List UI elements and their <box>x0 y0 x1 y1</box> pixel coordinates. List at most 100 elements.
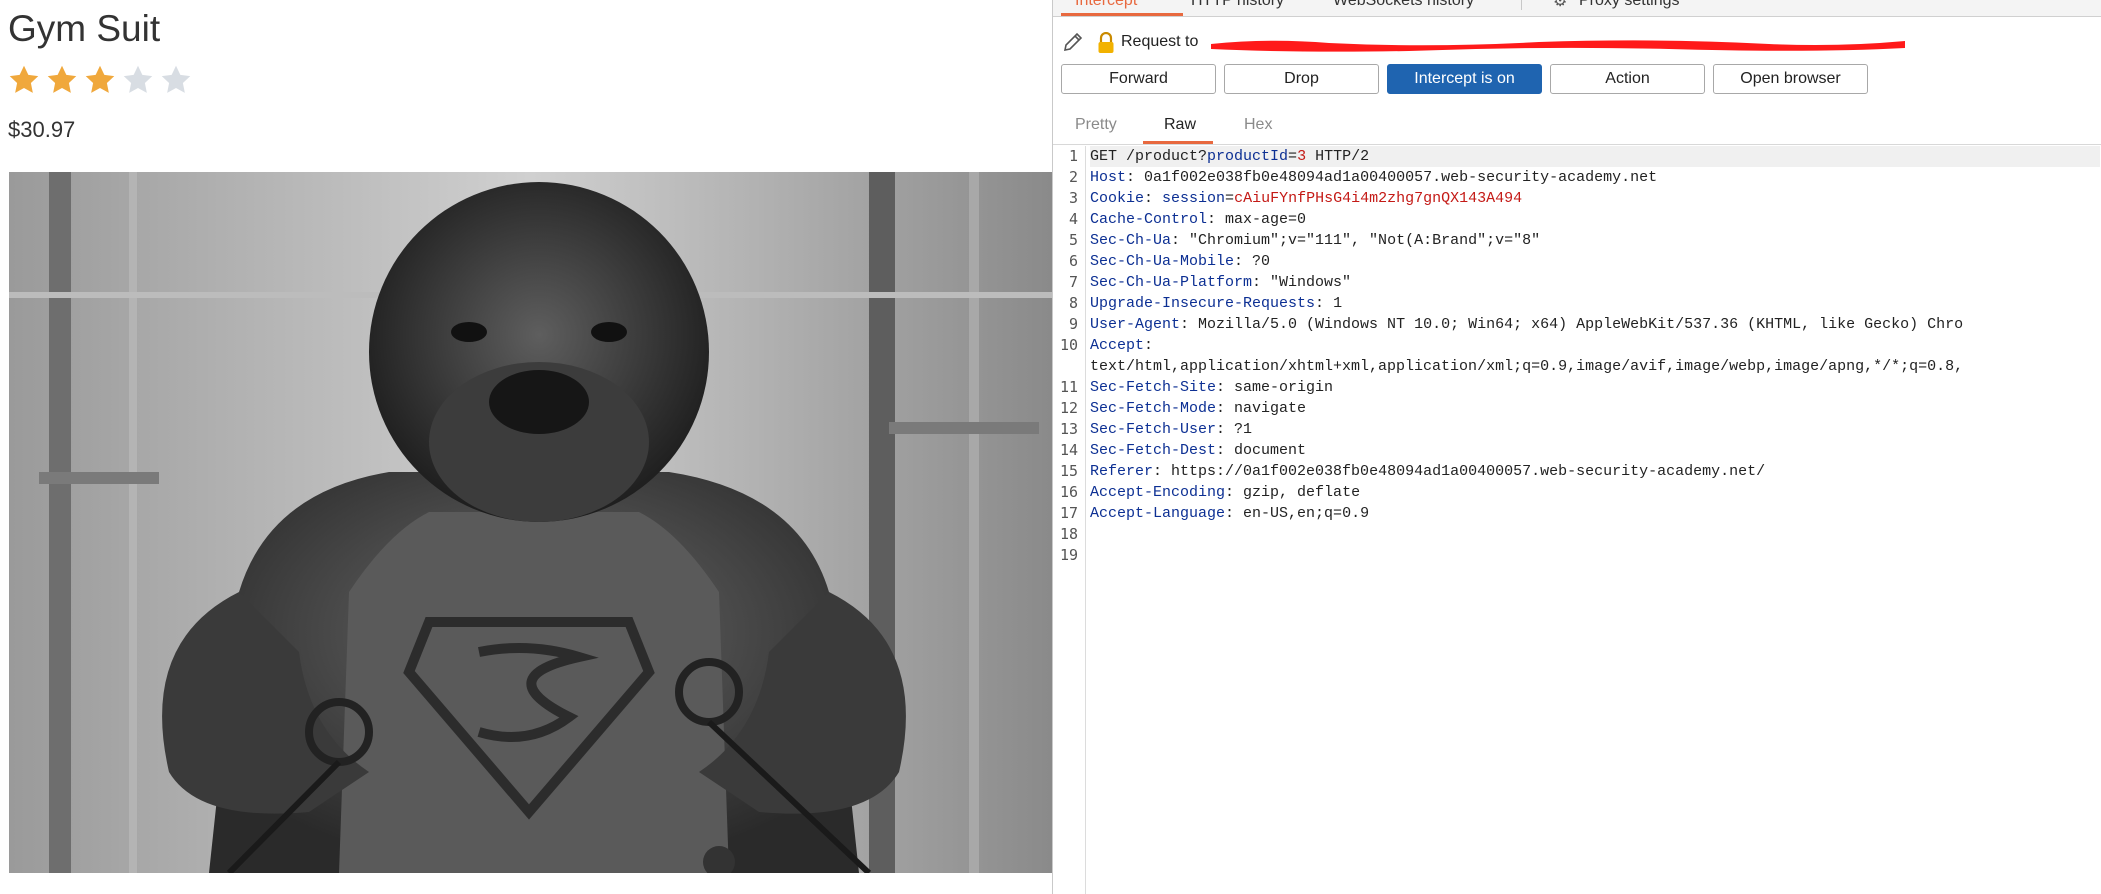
header-line: Host: 0a1f002e038fb0e48094ad1a00400057.w… <box>1090 169 1658 186</box>
header-key: Sec-Ch-Ua <box>1090 232 1172 249</box>
header-line: Upgrade-Insecure-Requests: 1 <box>1090 295 1343 312</box>
gear-icon: ⚙ <box>1553 0 1568 10</box>
tab-http-history[interactable]: HTTP history <box>1191 0 1284 10</box>
header-line: Sec-Ch-Ua: "Chromium";v="111", "Not(A:Br… <box>1090 232 1541 249</box>
header-key: Accept <box>1090 337 1145 354</box>
header-key: Host <box>1090 169 1127 186</box>
header-value: navigate <box>1234 400 1307 417</box>
line-number: 2 <box>1068 168 1078 186</box>
cookie-value: cAiuFYnfPHsG4i4m2zhg7gnQX143A494 <box>1234 190 1523 207</box>
header-key: Cache-Control <box>1090 211 1208 228</box>
header-value: same-origin <box>1234 379 1334 396</box>
line-number: 9 <box>1068 315 1078 333</box>
request-target-label: Request to <box>1121 33 1199 50</box>
header-value: ?1 <box>1234 421 1253 438</box>
tab-proxy-settings[interactable]: Proxy settings <box>1579 0 1679 10</box>
drop-button[interactable]: Drop <box>1224 64 1379 94</box>
tab-hex[interactable]: Hex <box>1244 116 1272 134</box>
empty-line <box>1090 524 2100 545</box>
query-param-value: 3 <box>1297 148 1307 165</box>
tab-intercept[interactable]: Intercept <box>1075 0 1137 10</box>
header-line: Accept: <box>1090 337 1154 354</box>
gym-dog-photo <box>9 172 1052 873</box>
star-filled-icon <box>9 65 39 93</box>
header-value: ?0 <box>1252 253 1271 270</box>
header-line: Sec-Fetch-Mode: navigate <box>1090 400 1307 417</box>
line-number: 5 <box>1068 231 1078 249</box>
header-key: Sec-Fetch-Dest <box>1090 442 1217 459</box>
header-line: Sec-Fetch-User: ?1 <box>1090 421 1253 438</box>
message-view-tabs: Pretty Raw Hex <box>1053 106 2101 145</box>
header-key: Referer <box>1090 463 1154 480</box>
line-number: 19 <box>1059 546 1078 564</box>
header-key: Sec-Fetch-User <box>1090 421 1217 438</box>
header-line: Cookie: session=cAiuFYnfPHsG4i4m2zhg7gnQ… <box>1090 190 1523 207</box>
header-key: User-Agent <box>1090 316 1181 333</box>
request-editor[interactable]: 1 2 3 4 5 6 7 8 9 10 11 12 13 14 15 16 1… <box>1053 146 2101 894</box>
pencil-icon[interactable] <box>1061 30 1085 54</box>
star-empty-icon <box>161 65 191 93</box>
header-line: Referer: https://0a1f002e038fb0e48094ad1… <box>1090 463 1766 480</box>
tab-separator <box>1521 0 1522 10</box>
header-line: Sec-Fetch-Dest: document <box>1090 442 1307 459</box>
line-number: 8 <box>1068 294 1078 312</box>
header-line-continuation: text/html,application/xhtml+xml,applicat… <box>1090 356 2100 377</box>
product-price: $30.97 <box>8 117 76 142</box>
header-line: Sec-Ch-Ua-Platform: "Windows" <box>1090 274 1352 291</box>
lock-icon <box>1098 32 1114 53</box>
raw-request-text[interactable]: GET /product?productId=3 HTTP/2 Host: 0a… <box>1090 146 2100 566</box>
line-number: 10 <box>1059 336 1078 354</box>
proxy-panel: Intercept HTTP history WebSockets histor… <box>1052 0 2101 894</box>
intercept-toggle-button[interactable]: Intercept is on <box>1387 64 1542 94</box>
header-key: Upgrade-Insecure-Requests <box>1090 295 1316 312</box>
request-bar: Request to <box>1053 26 2101 58</box>
header-line: Sec-Ch-Ua-Mobile: ?0 <box>1090 253 1271 270</box>
request-method-path: GET /product? <box>1090 148 1208 165</box>
line-number: 12 <box>1059 399 1078 417</box>
header-line: Accept-Language: en-US,en;q=0.9 <box>1090 505 1370 522</box>
header-key: Cookie <box>1090 190 1145 207</box>
star-filled-icon <box>85 65 115 93</box>
tab-websockets-history[interactable]: WebSockets history <box>1333 0 1474 10</box>
header-value: "Windows" <box>1270 274 1352 291</box>
redaction-mark <box>1211 40 1905 52</box>
proxy-tab-strip: Intercept HTTP history WebSockets histor… <box>1053 0 2101 17</box>
header-value: 0a1f002e038fb0e48094ad1a00400057.web-sec… <box>1144 169 1658 186</box>
open-browser-button[interactable]: Open browser <box>1713 64 1868 94</box>
line-number: 7 <box>1068 273 1078 291</box>
line-number: 11 <box>1059 378 1078 396</box>
header-value: https://0a1f002e038fb0e48094ad1a00400057… <box>1171 463 1766 480</box>
active-view-indicator <box>1143 141 1213 144</box>
query-param-name: productId <box>1207 148 1289 165</box>
line-number: 14 <box>1059 441 1078 459</box>
header-key: Accept-Language <box>1090 505 1226 522</box>
line-number: 3 <box>1068 189 1078 207</box>
star-filled-icon <box>47 65 77 93</box>
request-line: GET /product?productId=3 HTTP/2 <box>1090 146 2100 167</box>
line-number: 13 <box>1059 420 1078 438</box>
line-number: 15 <box>1059 462 1078 480</box>
header-line: User-Agent: Mozilla/5.0 (Windows NT 10.0… <box>1090 316 1964 333</box>
query-equals: = <box>1288 148 1298 165</box>
header-value: 1 <box>1333 295 1343 312</box>
active-tab-indicator <box>1061 13 1183 16</box>
line-number: 18 <box>1059 525 1078 543</box>
star-rating <box>6 62 194 98</box>
line-number-gutter: 1 2 3 4 5 6 7 8 9 10 11 12 13 14 15 16 1… <box>1053 146 1086 894</box>
intercept-actions: Forward Drop Intercept is on Action Open… <box>1061 64 1868 96</box>
tab-pretty[interactable]: Pretty <box>1075 116 1117 134</box>
header-key: Sec-Fetch-Site <box>1090 379 1217 396</box>
empty-line <box>1090 545 2100 566</box>
header-key: Sec-Ch-Ua-Mobile <box>1090 253 1235 270</box>
forward-button[interactable]: Forward <box>1061 64 1216 94</box>
header-value: document <box>1234 442 1307 459</box>
line-number: 16 <box>1059 483 1078 501</box>
header-key: Accept-Encoding <box>1090 484 1226 501</box>
action-button[interactable]: Action <box>1550 64 1705 94</box>
line-number: 17 <box>1059 504 1078 522</box>
header-line: Sec-Fetch-Site: same-origin <box>1090 379 1334 396</box>
header-value: en-US,en;q=0.9 <box>1243 505 1370 522</box>
header-value: max-age=0 <box>1225 211 1307 228</box>
tab-raw[interactable]: Raw <box>1164 116 1196 134</box>
header-value: "Chromium";v="111", "Not(A:Brand";v="8" <box>1189 232 1541 249</box>
